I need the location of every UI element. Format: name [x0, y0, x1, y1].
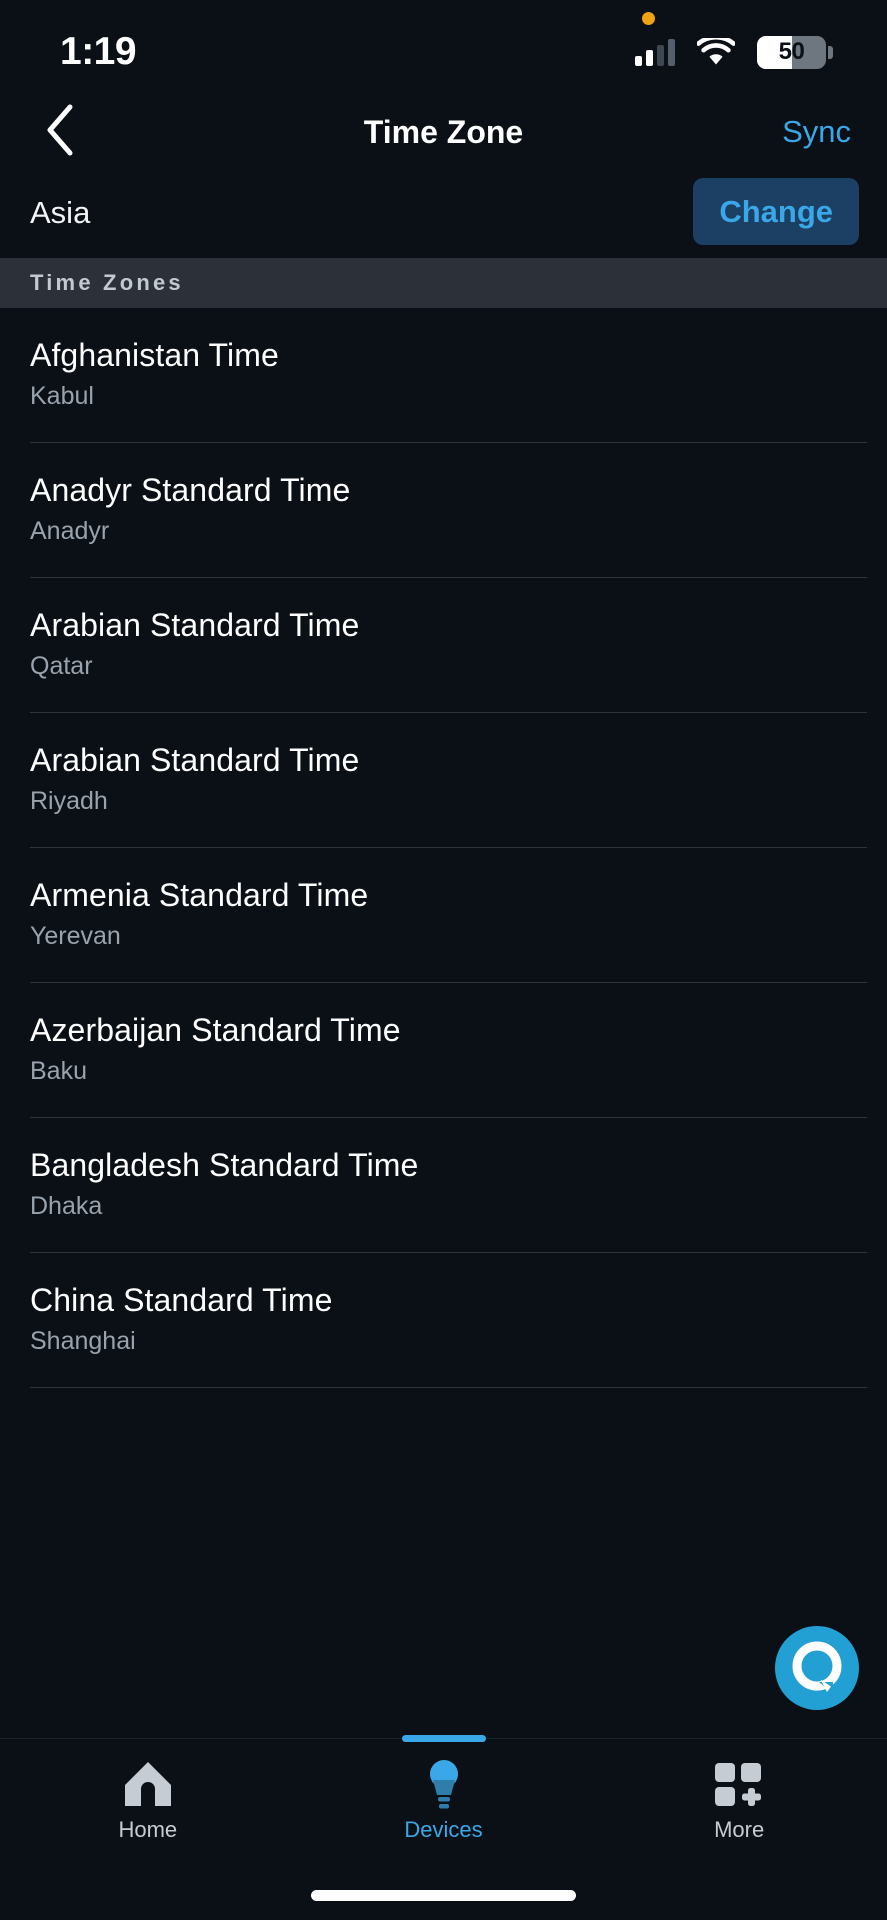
- tab-devices-label: Devices: [404, 1817, 483, 1842]
- navigation-bar: Time Zone Sync: [0, 96, 887, 168]
- time-zone-row[interactable]: China Standard Time Shanghai: [0, 1253, 887, 1388]
- time-zone-city: Qatar: [30, 652, 93, 681]
- back-button[interactable]: [30, 102, 90, 162]
- privacy-indicator-dot: [642, 12, 655, 25]
- time-zone-row[interactable]: Afghanistan Time Kabul: [0, 308, 887, 443]
- change-region-button[interactable]: Change: [693, 177, 859, 245]
- time-zone-title: Bangladesh Standard Time: [30, 1147, 419, 1183]
- time-zone-city: Baku: [30, 1057, 87, 1086]
- chevron-left-icon: [43, 103, 77, 162]
- section-header-label: Time Zones: [30, 270, 184, 295]
- battery-icon: 50: [757, 35, 833, 69]
- status-bar-time: 1:19: [60, 29, 137, 73]
- alexa-logo-icon: [789, 1638, 845, 1699]
- time-zone-city: Shanghai: [30, 1327, 136, 1356]
- time-zone-title: Armenia Standard Time: [30, 877, 369, 913]
- active-tab-indicator: [401, 1735, 486, 1742]
- tab-more-label: More: [714, 1817, 765, 1842]
- time-zone-title: Arabian Standard Time: [30, 742, 360, 778]
- time-zone-city: Riyadh: [30, 787, 108, 816]
- time-zone-title: Arabian Standard Time: [30, 607, 360, 643]
- time-zone-row[interactable]: Azerbaijan Standard Time Baku: [0, 983, 887, 1118]
- time-zone-title: China Standard Time: [30, 1282, 333, 1318]
- lightbulb-icon: [424, 1755, 464, 1813]
- app-screen: 1:19 50 Time Zone Sync Asia Change Time …: [0, 0, 887, 1920]
- alexa-button[interactable]: [775, 1626, 859, 1710]
- time-zone-city: Anadyr: [30, 517, 110, 546]
- wifi-icon: [697, 38, 735, 66]
- home-indicator-area: [0, 1870, 887, 1920]
- time-zone-city: Kabul: [30, 382, 94, 411]
- cellular-signal-icon: [635, 38, 675, 66]
- time-zone-city: Dhaka: [30, 1192, 103, 1221]
- time-zone-title: Azerbaijan Standard Time: [30, 1012, 401, 1048]
- home-icon: [121, 1755, 175, 1813]
- time-zone-row[interactable]: Bangladesh Standard Time Dhaka: [0, 1118, 887, 1253]
- time-zone-row[interactable]: Armenia Standard Time Yerevan: [0, 848, 887, 983]
- row-separator: [30, 1387, 867, 1388]
- tab-devices[interactable]: Devices: [296, 1735, 592, 1870]
- tab-home[interactable]: Home: [0, 1739, 296, 1870]
- status-bar-indicators: 50: [635, 28, 833, 69]
- tab-more[interactable]: More: [591, 1739, 887, 1870]
- tab-home-label: Home: [118, 1817, 178, 1842]
- sync-button[interactable]: Sync: [782, 114, 851, 150]
- status-bar: 1:19 50: [0, 0, 887, 96]
- bottom-tab-bar: Home Devices More: [0, 1735, 887, 1870]
- battery-percent-label: 50: [778, 38, 805, 65]
- home-indicator[interactable]: [311, 1889, 576, 1901]
- page-title: Time Zone: [363, 113, 524, 150]
- grid-plus-icon: [712, 1755, 766, 1813]
- region-row: Asia Change: [0, 168, 887, 258]
- region-label: Asia: [30, 195, 91, 230]
- time-zone-city: Yerevan: [30, 922, 121, 951]
- time-zone-row[interactable]: Arabian Standard Time Qatar: [0, 578, 887, 713]
- time-zone-title: Anadyr Standard Time: [30, 472, 351, 508]
- time-zone-row[interactable]: Anadyr Standard Time Anadyr: [0, 443, 887, 578]
- section-header-time-zones: Time Zones: [0, 258, 887, 308]
- time-zone-title: Afghanistan Time: [30, 337, 279, 373]
- time-zone-list[interactable]: Afghanistan Time Kabul Anadyr Standard Tim…: [0, 308, 887, 1738]
- time-zone-row[interactable]: Arabian Standard Time Riyadh: [0, 713, 887, 848]
